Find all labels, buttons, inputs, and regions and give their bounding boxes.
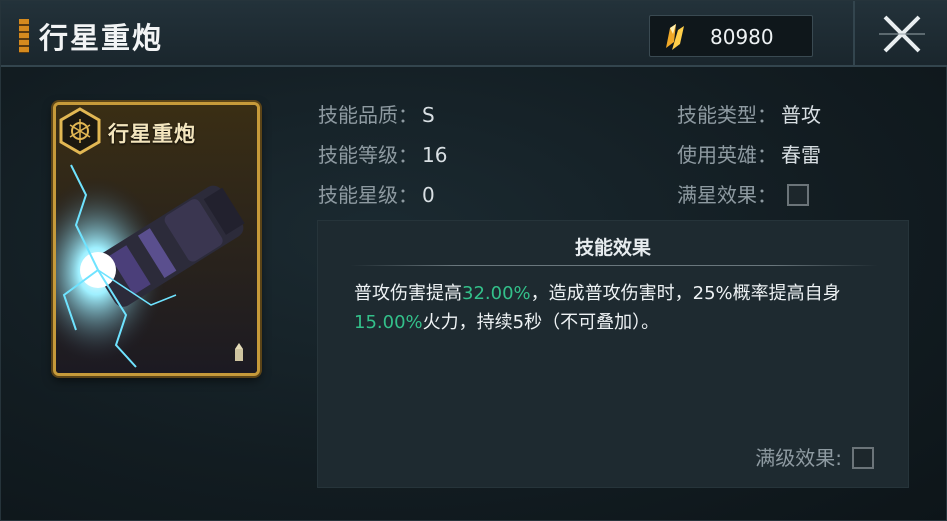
gold-crystal-icon [666,24,684,50]
type-row: 技能类型： 普攻 [677,99,821,128]
card-name: 行星重炮 [108,122,196,146]
hero-row: 使用英雄： 春雷 [677,139,821,168]
hexagon-shield-icon [59,107,101,155]
effect-divider [350,265,878,266]
page-title: 行星重炮 [39,21,164,55]
fullstar-row: 满星效果： [677,179,809,208]
effect-value-highlight: 32.00% [462,283,531,304]
type-value: 普攻 [781,103,821,127]
fullstar-label: 满星效果： [677,183,777,207]
level-row: 技能等级： 16 [318,139,447,168]
maxlevel-checkbox[interactable] [852,447,874,469]
maxlevel-row: 满级效果: [755,442,874,471]
maxlevel-label: 满级效果: [755,446,842,470]
title-accent-bar [19,19,29,53]
effect-text-part: 普攻伤害提高 [354,283,462,304]
quality-value: S [422,103,435,127]
hero-value: 春雷 [781,143,821,167]
effect-title: 技能效果 [574,237,651,259]
effect-box: 技能效果 普攻伤害提高32.00%，造成普攻伤害时，25%概率提高自身 15.00… [317,220,909,488]
skill-detail-panel: 行星重炮 80980 行星重炮 技能品质： S 技能等级： 16 技能星级： 0… [0,0,947,521]
fullstar-checkbox[interactable] [787,184,809,206]
currency-value: 80980 [710,25,774,49]
skill-card[interactable]: 行星重炮 [53,102,260,376]
effect-text-part: 火力，持续5秒（不可叠加）。 [422,312,660,333]
header-bar: 行星重炮 80980 [1,1,947,67]
currency-display: 80980 [649,15,813,57]
star-value: 0 [422,183,435,207]
hero-label: 使用英雄： [677,143,777,167]
bullet-icon [235,343,243,361]
effect-description: 普攻伤害提高32.00%，造成普攻伤害时，25%概率提高自身 15.00%火力，持… [354,279,894,337]
effect-text-part: ，造成普攻伤害时，25%概率提高自身 [530,283,841,304]
level-label: 技能等级： [318,143,418,167]
type-label: 技能类型： [677,103,777,127]
effect-value-highlight: 15.00% [354,312,423,333]
level-value: 16 [422,143,448,167]
quality-row: 技能品质： S [318,99,435,128]
quality-label: 技能品质： [318,103,418,127]
star-label: 技能星级： [318,183,418,207]
close-button[interactable] [853,1,947,67]
star-row: 技能星级： 0 [318,179,435,208]
close-x-icon [878,15,925,53]
